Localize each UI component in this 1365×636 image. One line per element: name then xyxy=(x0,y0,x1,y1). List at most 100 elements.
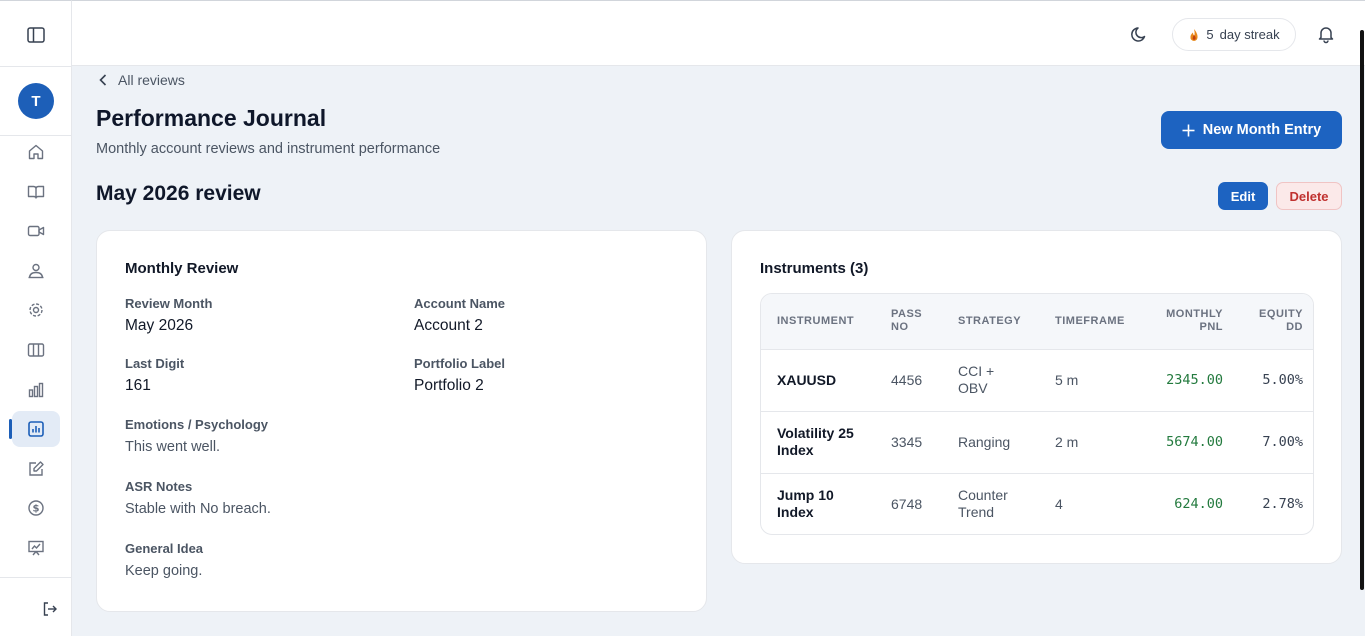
timeframe-cell: 4 xyxy=(1055,495,1063,512)
monthly-review-title: Monthly Review xyxy=(125,260,239,277)
new-month-entry-button[interactable]: New Month Entry xyxy=(1161,111,1342,149)
instruments-card: Instruments (3) INSTRUMENT PASS NO STRATE… xyxy=(731,230,1342,564)
column-header: MONTHLY PNL xyxy=(1166,308,1223,334)
general-idea-label: General Idea xyxy=(125,541,204,556)
column-header: TIMEFRAME xyxy=(1055,314,1125,327)
monthly-pnl-cell: 2345.00 xyxy=(1166,371,1223,388)
instrument-cell: XAUUSD xyxy=(777,371,837,388)
emotions-value: This went well. xyxy=(125,439,221,455)
table-header-row: INSTRUMENT PASS NO STRATEGY TIMEFRAME MON… xyxy=(761,294,1313,349)
sidebar-item-performance[interactable] xyxy=(9,411,60,447)
table-row: Jump 10 Index 6748 Counter Trend 4 624.00 … xyxy=(761,473,1313,534)
svg-text:$: $ xyxy=(33,504,40,515)
gear-icon xyxy=(29,303,43,317)
pass-no-cell: 4456 xyxy=(891,371,923,388)
monthly-pnl-cell: 5674.00 xyxy=(1166,433,1223,450)
table-row: Volatility 25 Index 3345 Ranging 2 m 5674… xyxy=(761,411,1313,473)
last-digit-value: 161 xyxy=(125,377,151,394)
instrument-cell: Jump 10 Index xyxy=(777,487,834,521)
general-idea-field: General Idea Keep going. xyxy=(125,541,203,579)
sidebar-item-payments[interactable]: $ xyxy=(12,490,60,526)
sidebar-divider xyxy=(0,66,71,67)
asr-notes-label: ASR Notes xyxy=(125,479,193,494)
new-month-entry-label: New Month Entry xyxy=(1202,122,1322,138)
flame-icon xyxy=(1190,28,1198,41)
last-digit-field: Last Digit 161 xyxy=(125,356,184,395)
users-icon xyxy=(28,263,44,279)
review-month-field: Review Month May 2026 xyxy=(125,296,212,335)
instruments-title: Instruments (3) xyxy=(760,260,869,277)
review-month-label: Review Month xyxy=(125,296,213,311)
delete-button[interactable]: Delete xyxy=(1276,182,1342,210)
chart-report-icon xyxy=(28,421,44,437)
dollar-icon: $ xyxy=(28,500,44,516)
presentation-icon xyxy=(28,540,44,556)
logout-button[interactable] xyxy=(38,597,62,621)
streak-count: 5 xyxy=(1206,27,1214,42)
back-label: All reviews xyxy=(118,72,185,88)
video-icon xyxy=(27,225,45,237)
account-name-field: Account Name Account 2 xyxy=(414,296,505,335)
pass-no-cell: 3345 xyxy=(891,433,923,450)
sidebar-toggle-icon[interactable] xyxy=(24,25,48,45)
equity-dd-cell: 2.78% xyxy=(1262,495,1303,512)
streak-badge[interactable]: 5 day streak xyxy=(1172,18,1296,51)
columns-icon xyxy=(27,343,45,357)
account-name-label: Account Name xyxy=(414,296,506,311)
strategy-cell: Counter Trend xyxy=(958,487,1008,521)
notifications-button[interactable] xyxy=(1316,24,1338,46)
monthly-pnl-cell: 624.00 xyxy=(1174,495,1223,512)
page-title: Performance Journal xyxy=(96,105,327,131)
equity-dd-cell: 5.00% xyxy=(1262,371,1303,388)
emotions-field: Emotions / Psychology This went well. xyxy=(125,417,268,455)
sidebar-divider xyxy=(0,577,71,578)
sidebar-item-home[interactable] xyxy=(12,134,60,170)
review-month-value: May 2026 xyxy=(125,317,194,334)
timeframe-cell: 2 m xyxy=(1055,433,1079,450)
moon-icon xyxy=(1131,27,1146,42)
monthly-review-card: Monthly Review Review Month May 2026 Acc… xyxy=(96,230,707,612)
bell-icon xyxy=(1318,27,1334,44)
page-subtitle: Monthly account reviews and instrument p… xyxy=(96,141,441,157)
portfolio-label-field: Portfolio Label Portfolio 2 xyxy=(414,356,505,395)
sidebar-item-community[interactable] xyxy=(12,253,60,289)
sidebar-item-presentations[interactable] xyxy=(12,530,60,566)
edit-button[interactable]: Edit xyxy=(1218,182,1268,210)
sidebar: T $ xyxy=(0,0,72,636)
column-header: INSTRUMENT xyxy=(777,314,855,327)
avatar[interactable]: T xyxy=(18,83,54,119)
sidebar-item-videos[interactable] xyxy=(12,213,60,249)
theme-toggle-button[interactable] xyxy=(1130,24,1152,46)
sidebar-item-notes[interactable] xyxy=(12,451,60,487)
general-idea-value: Keep going. xyxy=(125,563,203,579)
top-bar: 5 day streak xyxy=(72,0,1365,66)
pass-no-cell: 6748 xyxy=(891,495,923,512)
portfolio-label-label: Portfolio Label xyxy=(414,356,505,371)
sidebar-item-board[interactable] xyxy=(12,332,60,368)
chevron-left-icon xyxy=(99,74,107,86)
edit-icon xyxy=(29,461,44,476)
emotions-label: Emotions / Psychology xyxy=(125,417,269,432)
plus-icon xyxy=(1182,124,1195,136)
column-header: PASS NO xyxy=(891,308,923,334)
portfolio-label-value: Portfolio 2 xyxy=(414,377,484,394)
timeframe-cell: 5 m xyxy=(1055,371,1079,388)
logout-icon xyxy=(43,602,57,616)
asr-notes-field: ASR Notes Stable with No breach. xyxy=(125,479,271,517)
account-name-value: Account 2 xyxy=(414,317,483,334)
last-digit-label: Last Digit xyxy=(125,356,185,371)
equity-dd-cell: 7.00% xyxy=(1262,433,1303,450)
back-to-reviews-link[interactable]: All reviews xyxy=(98,72,185,88)
column-header: STRATEGY xyxy=(958,314,1022,327)
instruments-table: INSTRUMENT PASS NO STRATEGY TIMEFRAME MON… xyxy=(760,293,1314,535)
page-scrollbar[interactable] xyxy=(1360,30,1364,590)
home-icon xyxy=(28,144,44,160)
instrument-cell: Volatility 25 Index xyxy=(777,425,854,458)
sidebar-item-settings[interactable] xyxy=(12,292,60,328)
strategy-cell: CCI + OBV xyxy=(958,363,995,396)
table-row: XAUUSD 4456 CCI + OBV 5 m 2345.00 5.00% xyxy=(761,349,1313,411)
sidebar-item-analytics[interactable] xyxy=(12,372,60,408)
strategy-cell: Ranging xyxy=(958,433,1011,450)
streak-label: day streak xyxy=(1219,27,1280,42)
sidebar-item-journal[interactable] xyxy=(12,174,60,210)
